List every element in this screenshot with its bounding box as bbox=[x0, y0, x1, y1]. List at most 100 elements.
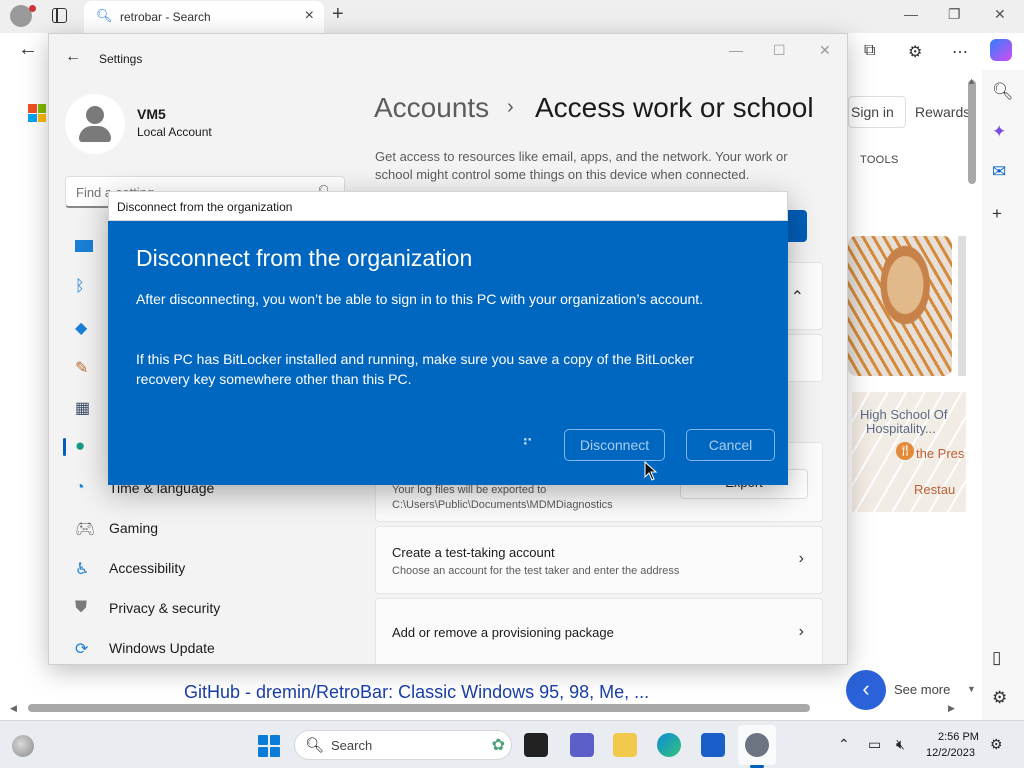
system-icon[interactable] bbox=[75, 240, 93, 252]
nav-label: Accessibility bbox=[109, 560, 186, 576]
provisioning-card[interactable]: Add or remove a provisioning package › bbox=[375, 598, 823, 664]
cancel-button[interactable]: Cancel bbox=[686, 429, 775, 461]
maximize-icon[interactable]: ☐ bbox=[773, 42, 786, 59]
accessibility-icon: ♿︎ bbox=[75, 561, 90, 578]
weather-icon[interactable] bbox=[12, 735, 34, 757]
split-screen-icon[interactable]: ▯ bbox=[992, 648, 1001, 668]
file-explorer-icon[interactable] bbox=[613, 733, 637, 757]
breadcrumb-accounts[interactable]: Accounts bbox=[374, 92, 489, 124]
tab-title: retrobar - Search bbox=[120, 10, 211, 24]
breadcrumb-separator: › bbox=[507, 96, 514, 118]
scroll-up-icon[interactable]: ▲ bbox=[967, 76, 976, 86]
search-icon: 🔍︎ bbox=[96, 8, 113, 23]
taskbar-search-label: Search bbox=[331, 738, 373, 753]
network-icon[interactable]: ◆ bbox=[75, 318, 93, 337]
more-icon[interactable]: ⋯ bbox=[952, 42, 968, 62]
nav-gaming[interactable]: 🎮︎ Gaming bbox=[65, 510, 345, 546]
dialog-titlebar[interactable]: Disconnect from the organization bbox=[108, 191, 788, 221]
back-arrow-icon[interactable]: ← bbox=[65, 48, 81, 66]
teams-icon[interactable] bbox=[570, 733, 594, 757]
extensions-icon[interactable]: ⚙ bbox=[908, 42, 922, 62]
test-account-card[interactable]: Create a test-taking account Choose an a… bbox=[375, 526, 823, 594]
minimize-icon[interactable]: — bbox=[904, 6, 918, 22]
horizontal-scrollbar[interactable] bbox=[28, 704, 810, 712]
nav-windows-update[interactable]: ⟳ Windows Update bbox=[65, 630, 345, 664]
start-button[interactable] bbox=[258, 735, 280, 757]
tab-actions-icon[interactable] bbox=[52, 8, 67, 23]
nav-privacy-security[interactable]: ⛊ Privacy & security bbox=[65, 590, 345, 626]
chevron-up-icon[interactable]: ⌃ bbox=[791, 287, 804, 307]
connect-button-edge[interactable] bbox=[787, 210, 807, 242]
map-label-2: Hospitality... bbox=[866, 421, 936, 436]
close-tab-icon[interactable]: × bbox=[305, 7, 314, 25]
account-type: Local Account bbox=[137, 125, 212, 139]
taskbar-search[interactable]: 🔍︎ Search ✿ bbox=[294, 730, 512, 760]
volume-muted-icon[interactable]: 🔇︎ bbox=[896, 736, 905, 753]
map-image[interactable]: High School Of Hospitality... 🍴︎ the Pre… bbox=[852, 392, 966, 512]
search-icon[interactable]: 🔍︎ bbox=[992, 82, 1014, 102]
notifications-icon[interactable]: ⚙ bbox=[990, 736, 1003, 753]
diagnostics-sub: Your log files will be exported to C:\Us… bbox=[392, 484, 613, 511]
chevron-left-icon[interactable]: ‹ bbox=[846, 670, 886, 710]
chevron-up-icon[interactable]: ⌃ bbox=[838, 736, 850, 753]
food-image[interactable] bbox=[848, 236, 952, 376]
loading-spinner-icon: ⠋ bbox=[522, 437, 533, 454]
page-title: Access work or school bbox=[535, 92, 814, 123]
settings-gear-icon[interactable]: ⚙ bbox=[992, 688, 1007, 708]
globe-clock-icon: ◔ bbox=[75, 479, 85, 496]
microsoft-logo[interactable] bbox=[28, 104, 46, 122]
scroll-right-icon[interactable]: ▶ bbox=[948, 703, 955, 714]
add-icon[interactable]: + bbox=[992, 204, 1002, 224]
clock-date[interactable]: 12/2/2023 bbox=[926, 747, 975, 759]
rewards-link[interactable]: Rewards bbox=[915, 104, 970, 120]
minimize-icon[interactable]: — bbox=[729, 42, 743, 58]
settings-title: Settings bbox=[99, 52, 143, 66]
clock-time[interactable]: 2:56 PM bbox=[938, 731, 979, 743]
scroll-left-icon[interactable]: ◀ bbox=[10, 703, 17, 714]
map-place-2: Restau bbox=[914, 482, 956, 497]
settings-app-icon[interactable] bbox=[745, 733, 769, 757]
vertical-scrollbar[interactable] bbox=[968, 80, 976, 184]
personalization-icon[interactable]: ✎ bbox=[75, 358, 93, 377]
network-icon[interactable]: ▭ bbox=[868, 736, 881, 753]
notification-dot bbox=[29, 5, 36, 12]
edge-icon[interactable] bbox=[657, 733, 681, 757]
chevron-right-icon: › bbox=[798, 623, 804, 640]
copilot-icon[interactable] bbox=[990, 39, 1012, 61]
selection-indicator bbox=[63, 438, 66, 456]
dialog-paragraph-1: After disconnecting, you won’t be able t… bbox=[136, 291, 704, 307]
update-icon: ⟳ bbox=[75, 641, 89, 658]
close-icon[interactable]: ✕ bbox=[819, 42, 831, 59]
search-result-link[interactable]: GitHub - dremin/RetroBar: Classic Window… bbox=[184, 682, 649, 703]
bluetooth-icon[interactable]: ᛒ bbox=[75, 278, 93, 296]
nav-accessibility[interactable]: ♿︎ Accessibility bbox=[65, 550, 345, 586]
mouse-cursor-icon bbox=[644, 461, 658, 481]
food-image-edge bbox=[958, 236, 966, 376]
nav-label: Gaming bbox=[109, 520, 159, 536]
browser-tab[interactable]: 🔍︎ retrobar - Search × bbox=[84, 1, 324, 33]
copilot-side-icon[interactable]: ✦ bbox=[992, 122, 1006, 142]
tools-tab[interactable]: TOOLS bbox=[860, 154, 899, 166]
scroll-down-icon[interactable]: ▼ bbox=[967, 684, 976, 694]
card-title: Create a test-taking account bbox=[392, 545, 555, 560]
dialog-paragraph-2: If this PC has BitLocker installed and r… bbox=[136, 351, 694, 387]
outlook-icon[interactable]: ✉ bbox=[992, 162, 1006, 182]
new-tab-button[interactable]: + bbox=[332, 3, 344, 26]
task-view-icon[interactable] bbox=[524, 733, 548, 757]
see-more-link[interactable]: See more bbox=[894, 682, 950, 697]
restore-icon[interactable]: ❐ bbox=[948, 6, 961, 23]
apps-icon[interactable]: ▦ bbox=[75, 398, 93, 417]
gamepad-icon: 🎮︎ bbox=[75, 521, 96, 538]
tab-bar: 🔍︎ retrobar - Search × + — ❐ ✕ bbox=[0, 0, 1024, 33]
disconnect-button[interactable]: Disconnect bbox=[564, 429, 665, 461]
back-arrow-icon[interactable]: ← bbox=[18, 38, 38, 61]
close-icon[interactable]: ✕ bbox=[994, 6, 1006, 23]
shield-icon: ⛊ bbox=[75, 599, 88, 616]
card-sub: Choose an account for the test taker and… bbox=[392, 565, 680, 577]
map-label-1: High School Of bbox=[860, 407, 948, 422]
restaurant-pin-icon: 🍴︎ bbox=[896, 442, 914, 460]
collections-icon[interactable]: ⧉ bbox=[864, 42, 875, 60]
accounts-icon[interactable]: ● bbox=[75, 436, 93, 455]
sign-in-button[interactable]: Sign in bbox=[848, 96, 906, 128]
store-icon[interactable] bbox=[701, 733, 725, 757]
